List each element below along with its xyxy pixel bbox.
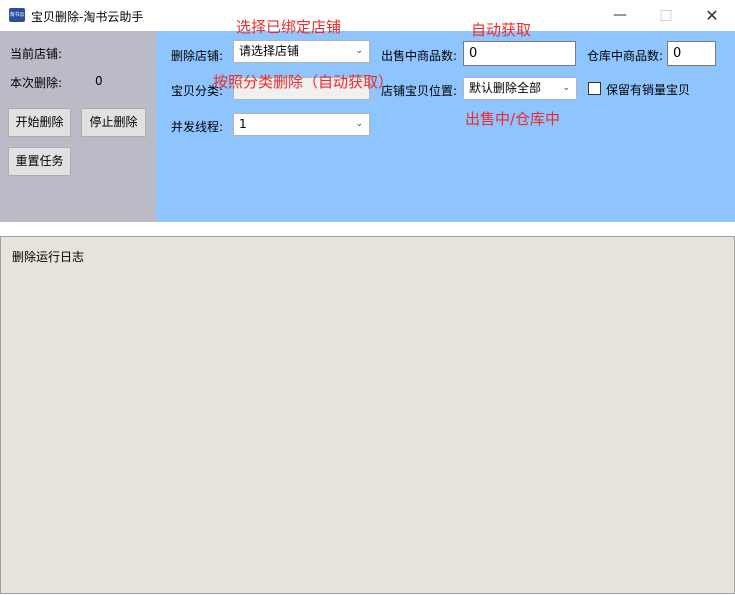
divider bbox=[0, 222, 735, 236]
annotation-auto-fetch: 自动获取 bbox=[471, 21, 532, 39]
chevron-down-icon: ⌄ bbox=[355, 46, 363, 56]
delete-store-select[interactable]: 请选择店铺 ⌄ bbox=[233, 40, 370, 63]
deleted-count-label: 本次删除: bbox=[10, 76, 63, 90]
app-logo-icon: 淘书云 bbox=[9, 8, 25, 22]
minimize-icon[interactable]: — bbox=[597, 0, 643, 31]
threads-value: 1 bbox=[239, 117, 247, 131]
on-sale-count-label: 出售中商品数: bbox=[381, 49, 458, 63]
reset-task-button[interactable]: 重置任务 bbox=[8, 147, 71, 176]
warehouse-count-label: 仓库中商品数: bbox=[587, 49, 664, 63]
threads-select[interactable]: 1 ⌄ bbox=[233, 113, 370, 136]
log-title: 删除运行日志 bbox=[12, 250, 85, 264]
current-store-label: 当前店铺: bbox=[10, 47, 63, 61]
start-delete-button[interactable]: 开始删除 bbox=[8, 108, 71, 137]
annotation-on-sale-warehouse: 出售中/仓库中 bbox=[465, 110, 561, 128]
annotation-by-category: 按照分类删除（自动获取） bbox=[213, 73, 394, 91]
chevron-down-icon: ⌄ bbox=[355, 119, 363, 129]
store-position-select[interactable]: 默认删除全部 ⌄ bbox=[463, 77, 577, 100]
delete-store-label: 删除店铺: bbox=[171, 49, 224, 63]
deleted-count-value: 0 bbox=[95, 74, 103, 88]
keep-sales-label: 保留有销量宝贝 bbox=[606, 83, 691, 97]
threads-label: 并发线程: bbox=[171, 120, 224, 134]
log-panel[interactable] bbox=[0, 236, 735, 594]
close-icon[interactable]: ✕ bbox=[689, 0, 735, 31]
stop-delete-button[interactable]: 停止删除 bbox=[81, 108, 146, 137]
maximize-icon[interactable]: □ bbox=[643, 0, 689, 31]
on-sale-count-field[interactable]: 0 bbox=[463, 41, 576, 66]
warehouse-count-field[interactable]: 0 bbox=[667, 41, 716, 66]
window-title: 宝贝删除-淘书云助手 bbox=[31, 10, 144, 24]
store-position-value: 默认删除全部 bbox=[469, 81, 542, 95]
delete-store-value: 请选择店铺 bbox=[239, 44, 300, 58]
chevron-down-icon: ⌄ bbox=[562, 83, 570, 93]
keep-sales-checkbox[interactable] bbox=[588, 82, 601, 95]
annotation-select-store: 选择已绑定店铺 bbox=[236, 18, 342, 36]
